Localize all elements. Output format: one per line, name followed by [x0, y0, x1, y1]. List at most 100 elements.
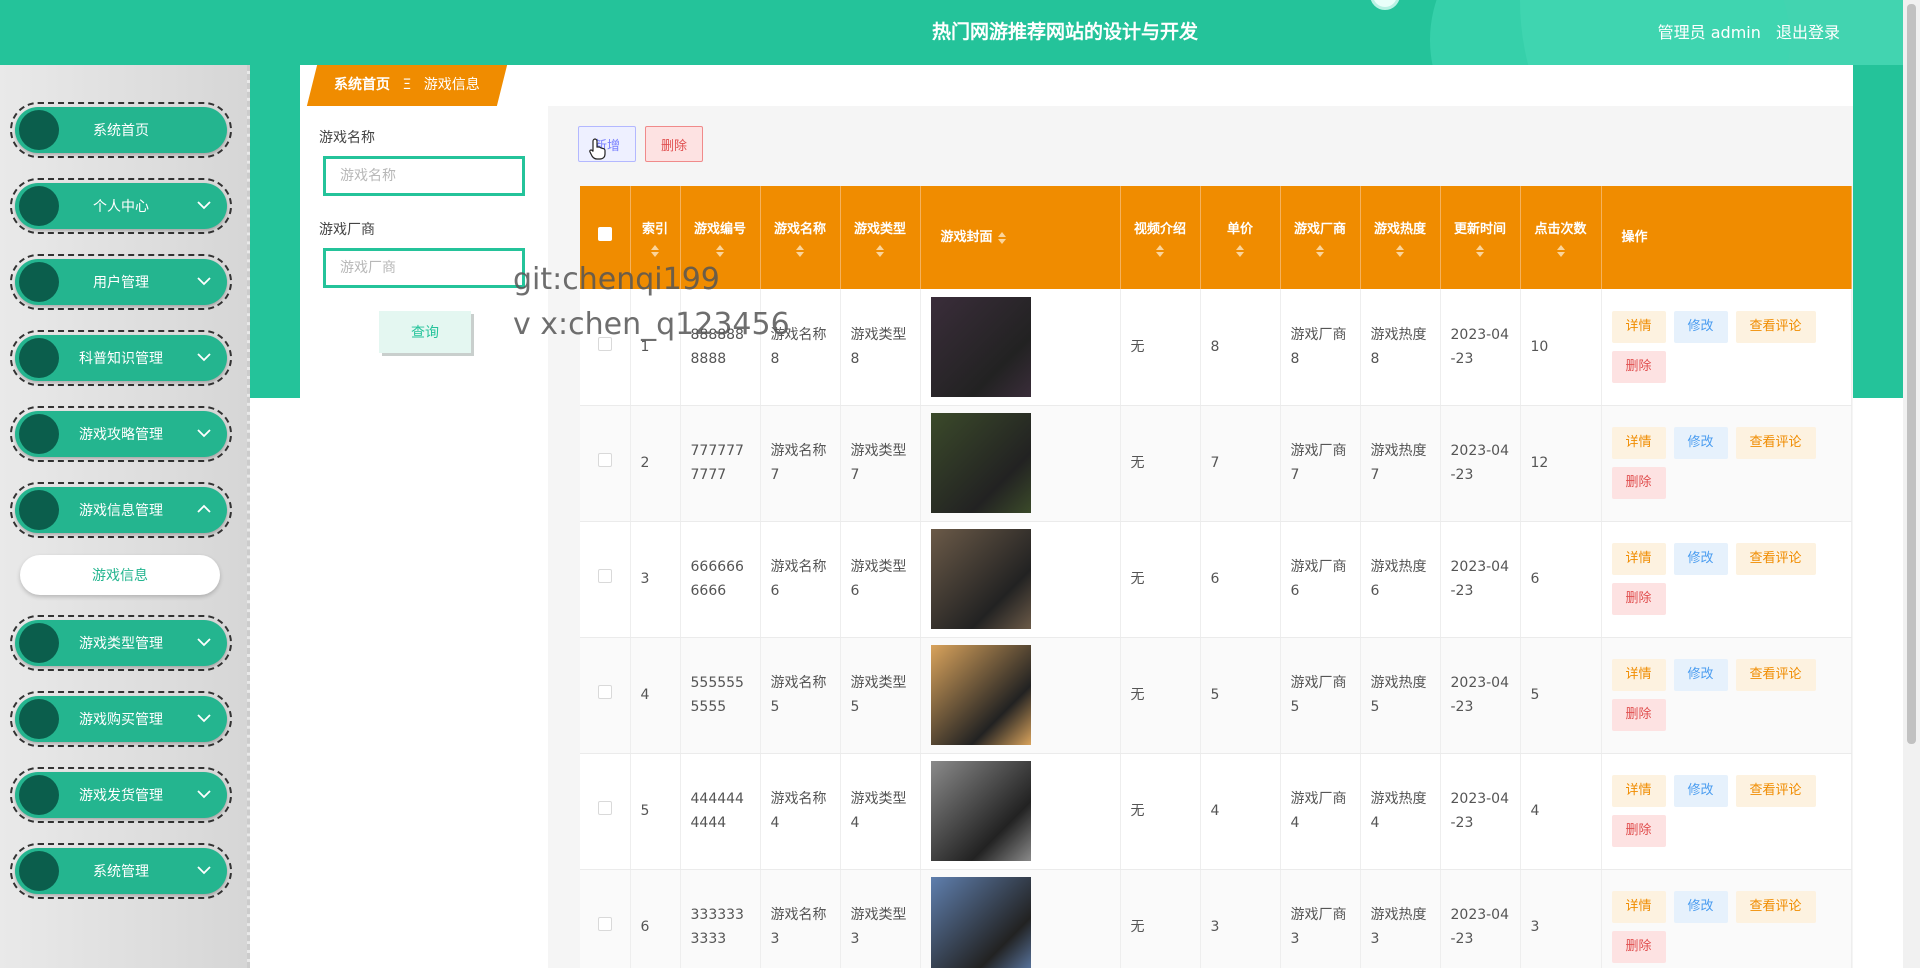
sidebar-item[interactable]: 用户管理	[10, 254, 232, 310]
breadcrumb-home[interactable]: 系统首页	[334, 77, 390, 93]
hand-cursor-icon	[589, 138, 606, 160]
sidebar-item[interactable]: 游戏攻略管理	[10, 406, 232, 462]
sidebar-item[interactable]: 游戏类型管理	[10, 615, 232, 671]
cell-index: 2	[630, 405, 681, 522]
detail-button[interactable]: 详情	[1611, 659, 1666, 691]
table-row: 3 6666666666 游戏名称6 游戏类型6 无 6 游戏厂商6 游戏热度6 2023-04…	[580, 521, 1852, 638]
header-type[interactable]: 游戏类型	[840, 186, 921, 289]
header-code-label: 游戏编号	[693, 222, 746, 237]
edit-button[interactable]: 修改	[1673, 891, 1728, 923]
cell-video: 无	[1120, 289, 1201, 406]
game-name-input[interactable]	[323, 156, 525, 196]
detail-button[interactable]: 详情	[1611, 543, 1666, 575]
view-comments-button[interactable]: 查看评论	[1735, 310, 1816, 343]
delete-button[interactable]: 删除	[1611, 467, 1666, 499]
view-comments-button[interactable]: 查看评论	[1735, 891, 1816, 923]
detail-button[interactable]: 详情	[1611, 427, 1666, 459]
sidebar-item-dot-icon	[19, 623, 59, 663]
cell-code: 5555555555	[680, 637, 761, 754]
cell-type: 游戏类型5	[840, 637, 921, 754]
delete-button[interactable]: 删除	[1611, 815, 1666, 847]
edit-button[interactable]: 修改	[1673, 543, 1728, 575]
chevron-down-icon	[197, 714, 211, 723]
sidebar-item[interactable]: 个人中心	[10, 178, 232, 234]
game-name-label: 游戏名称	[319, 130, 375, 146]
table-row: 6 3333333333 游戏名称3 游戏类型3 无 3 游戏厂商3 游戏热度3 2023-04…	[580, 869, 1852, 968]
page-scrollbar[interactable]	[1903, 0, 1920, 968]
sidebar: 系统首页个人中心用户管理科普知识管理 游戏攻略管理 游戏信息管理游戏类型管理游戏购买…	[0, 65, 250, 968]
header-updated[interactable]: 更新时间	[1440, 186, 1521, 289]
sort-icon[interactable]	[1556, 245, 1566, 257]
edit-button[interactable]: 修改	[1673, 659, 1728, 691]
header-name[interactable]: 游戏名称	[760, 186, 841, 289]
sidebar-item[interactable]: 游戏发货管理	[10, 767, 232, 823]
batch-delete-button[interactable]: 删除	[645, 126, 703, 162]
row-checkbox[interactable]	[597, 685, 612, 699]
scrollbar-thumb[interactable]	[1907, 4, 1916, 744]
cell-video: 无	[1120, 405, 1201, 522]
header-vendor[interactable]: 游戏厂商	[1280, 186, 1361, 289]
view-comments-button[interactable]: 查看评论	[1735, 775, 1816, 807]
row-checkbox[interactable]	[597, 569, 612, 583]
detail-button[interactable]: 详情	[1611, 891, 1666, 923]
breadcrumb: 系统首页 Ξ 游戏信息	[306, 65, 507, 106]
row-checkbox[interactable]	[597, 453, 612, 467]
cell-price: 8	[1200, 289, 1281, 406]
sort-icon[interactable]	[1235, 245, 1245, 257]
sort-icon[interactable]	[1475, 245, 1485, 257]
add-button[interactable]: 新增	[578, 126, 636, 162]
edit-button[interactable]: 修改	[1673, 775, 1728, 807]
sidebar-item-dot-icon	[19, 851, 59, 891]
chevron-down-icon	[197, 638, 211, 647]
header-updated-label: 更新时间	[1453, 222, 1506, 237]
sort-icon[interactable]	[1315, 245, 1325, 257]
detail-button[interactable]: 详情	[1611, 310, 1666, 343]
sort-icon[interactable]	[715, 245, 725, 257]
sidebar-item-dot-icon	[19, 262, 59, 302]
game-vendor-input[interactable]	[323, 248, 525, 288]
sidebar-item-label: 游戏类型管理	[79, 636, 163, 652]
cell-vendor: 游戏厂商3	[1280, 869, 1361, 968]
cell-vendor: 游戏厂商7	[1280, 405, 1361, 522]
view-comments-button[interactable]: 查看评论	[1735, 543, 1816, 575]
row-checkbox[interactable]	[597, 917, 612, 931]
sort-icon[interactable]	[1395, 245, 1405, 257]
select-all-checkbox[interactable]	[597, 227, 612, 241]
header-heat[interactable]: 游戏热度	[1360, 186, 1441, 289]
delete-button[interactable]: 删除	[1611, 931, 1666, 963]
header-clicks[interactable]: 点击次数	[1520, 186, 1602, 289]
sidebar-item[interactable]: 游戏信息管理	[10, 482, 232, 538]
view-comments-button[interactable]: 查看评论	[1735, 427, 1816, 459]
delete-button[interactable]: 删除	[1611, 583, 1666, 615]
logout-link[interactable]: 退出登录	[1776, 23, 1840, 42]
row-checkbox[interactable]	[597, 801, 612, 815]
chevron-down-icon	[197, 353, 211, 362]
sidebar-subitem-game-info[interactable]: 游戏信息	[20, 555, 220, 595]
cell-heat: 游戏热度6	[1360, 521, 1441, 638]
query-button[interactable]: 查询	[379, 311, 471, 353]
delete-button[interactable]: 删除	[1611, 350, 1666, 383]
header-video[interactable]: 视频介绍	[1120, 186, 1201, 289]
cell-vendor: 游戏厂商5	[1280, 637, 1361, 754]
header-price[interactable]: 单价	[1200, 186, 1281, 289]
sort-icon[interactable]	[1155, 245, 1165, 257]
header-cover[interactable]: 游戏封面	[920, 186, 1121, 289]
delete-button[interactable]: 删除	[1611, 699, 1666, 731]
sidebar-item[interactable]: 科普知识管理	[10, 330, 232, 386]
sort-icon[interactable]	[650, 245, 660, 257]
sort-icon[interactable]	[997, 231, 1007, 244]
header-cover-label: 游戏封面	[940, 230, 993, 245]
cell-name: 游戏名称3	[760, 869, 841, 968]
cell-name: 游戏名称7	[760, 405, 841, 522]
sidebar-item[interactable]: 系统首页	[10, 102, 232, 158]
sidebar-item[interactable]: 游戏购买管理	[10, 691, 232, 747]
sidebar-item[interactable]: 系统管理	[10, 843, 232, 899]
edit-button[interactable]: 修改	[1673, 310, 1728, 343]
sidebar-item-dot-icon	[19, 775, 59, 815]
sidebar-item-body: 游戏购买管理	[15, 696, 227, 742]
detail-button[interactable]: 详情	[1611, 775, 1666, 807]
sort-icon[interactable]	[875, 245, 885, 257]
sort-icon[interactable]	[795, 245, 805, 257]
view-comments-button[interactable]: 查看评论	[1735, 659, 1816, 691]
edit-button[interactable]: 修改	[1673, 427, 1728, 459]
